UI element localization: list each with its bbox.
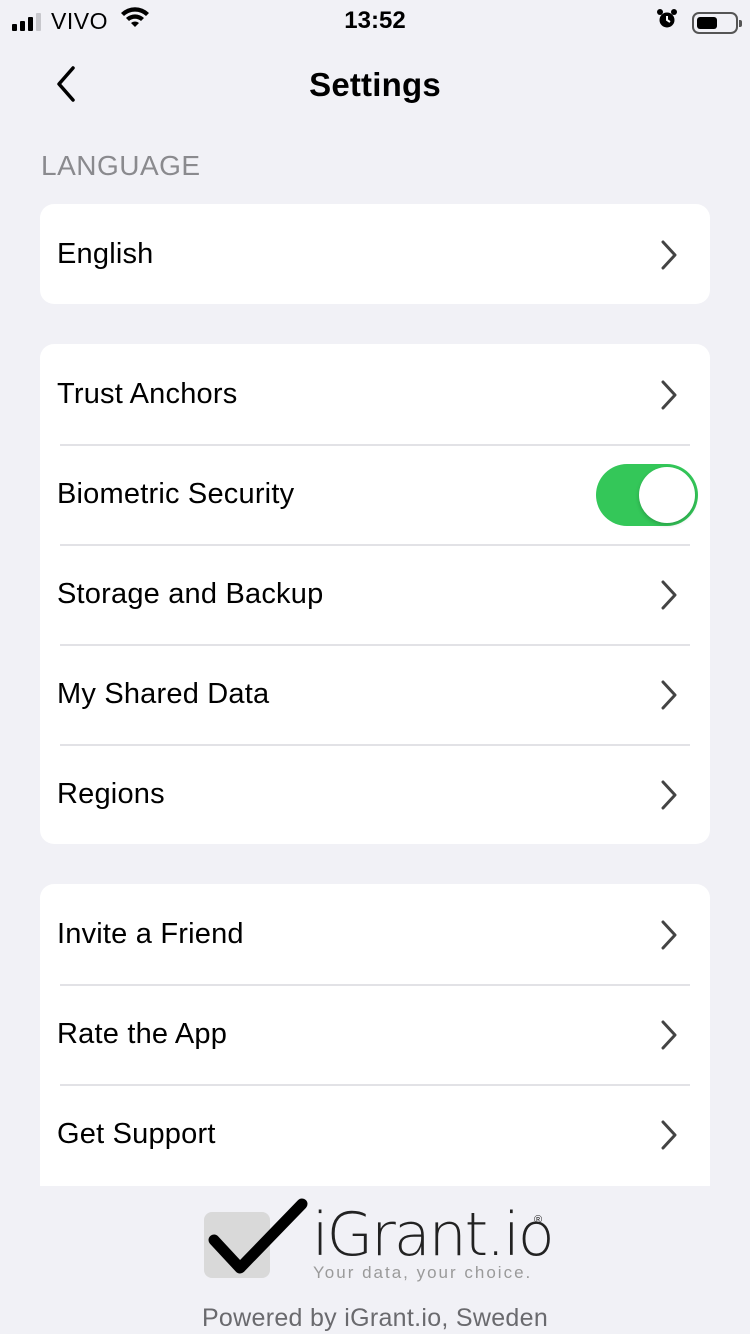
footer: iGrant.io ® Your data, your choice. Powe… (0, 1186, 750, 1334)
row-storage-and-backup[interactable]: Storage and Backup (40, 544, 710, 644)
row-regions[interactable]: Regions (40, 744, 710, 844)
settings-group-misc: Invite a Friend Rate the App Get Support (40, 884, 710, 1186)
row-label: English (57, 237, 154, 270)
row-my-shared-data[interactable]: My Shared Data (40, 644, 710, 744)
row-label: Get Support (57, 1117, 216, 1150)
language-group: English (40, 204, 710, 304)
chevron-right-icon (661, 1120, 677, 1150)
checkmark-icon (208, 1198, 308, 1274)
chevron-right-icon (661, 780, 677, 810)
row-invite-a-friend[interactable]: Invite a Friend (40, 884, 710, 984)
chevron-right-icon (661, 380, 677, 410)
section-header-language: LANGUAGE (41, 150, 201, 181)
row-biometric-security: Biometric Security (40, 444, 710, 544)
navigation-bar: Settings (0, 40, 750, 128)
chevron-right-icon (661, 240, 677, 270)
page-title: Settings (309, 66, 441, 103)
status-bar: VIVO 13:52 (0, 0, 750, 40)
row-label: Rate the App (57, 1017, 228, 1050)
row-label: Storage and Backup (57, 577, 324, 610)
row-label: Regions (57, 777, 165, 810)
chevron-right-icon (661, 920, 677, 950)
row-get-support[interactable]: Get Support (40, 1084, 710, 1184)
language-row-english[interactable]: English (40, 204, 710, 304)
toggle-knob (639, 467, 695, 523)
row-label: My Shared Data (57, 677, 270, 710)
alarm-icon (656, 8, 678, 37)
row-label: Invite a Friend (57, 917, 244, 950)
row-trust-anchors[interactable]: Trust Anchors (40, 344, 710, 444)
chevron-right-icon (661, 1020, 677, 1050)
status-right (656, 8, 742, 37)
chevron-right-icon (661, 680, 677, 710)
registered-mark: ® (534, 1214, 543, 1226)
battery-icon (692, 11, 742, 34)
brand-name: iGrant.io (312, 1200, 555, 1270)
biometric-security-toggle[interactable] (596, 464, 698, 526)
row-label: Biometric Security (57, 477, 295, 510)
brand-tagline: Your data, your choice. (313, 1263, 533, 1282)
chevron-right-icon (661, 580, 677, 610)
row-label: Trust Anchors (57, 377, 238, 410)
igrant-logo: iGrant.io ® Your data, your choice. (200, 1192, 560, 1282)
settings-group-general: Trust Anchors Biometric Security Storage… (40, 344, 710, 844)
powered-by-text: Powered by iGrant.io, Sweden (201, 1304, 549, 1332)
status-time: 13:52 (344, 7, 406, 34)
row-rate-the-app[interactable]: Rate the App (40, 984, 710, 1084)
